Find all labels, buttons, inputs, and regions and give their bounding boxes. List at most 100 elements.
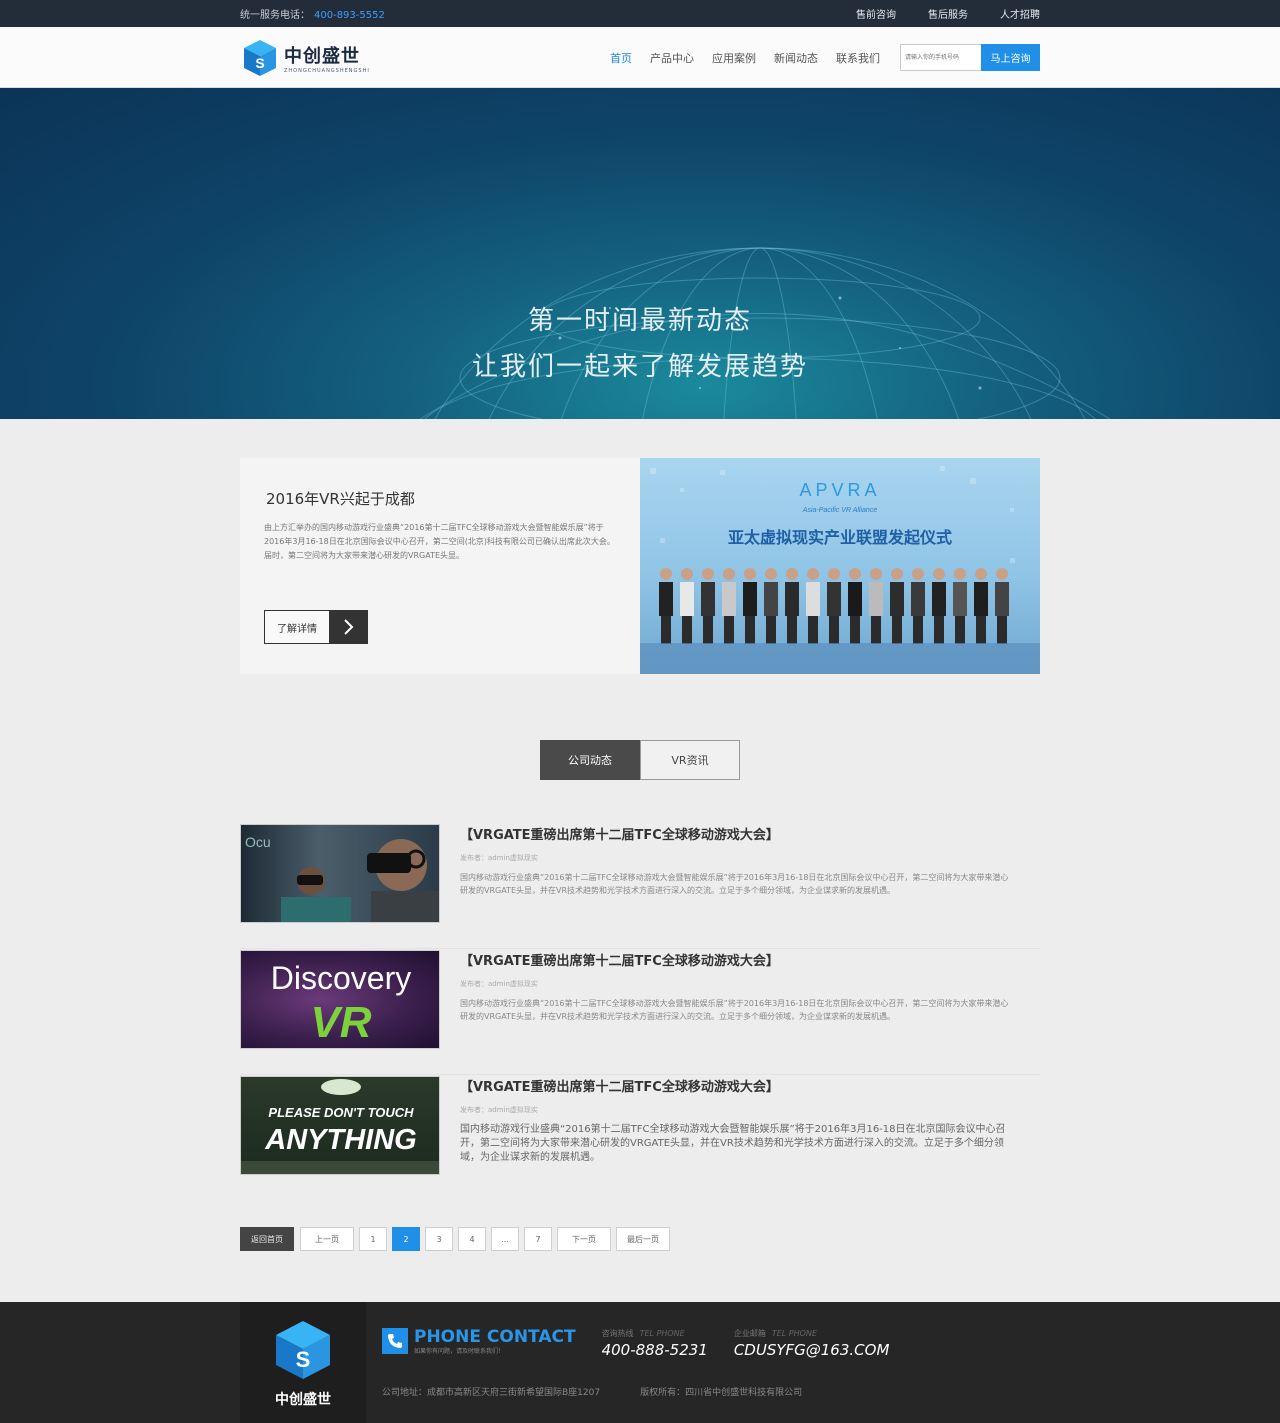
person-legs [976,616,986,644]
person-head [828,568,840,580]
next-page-button[interactable]: 下一页 [557,1227,611,1251]
hotline-en: TEL PHONE [639,1329,685,1338]
nav-news[interactable]: 新闻动态 [774,50,818,66]
news-item[interactable]: Discovery VR 【VRGATE重磅出席第十二届TFC全球移动游戏大会】… [240,950,1040,1075]
logo[interactable]: S 中创盛世 ZHONGCHUANGSHENGSHI [240,38,370,78]
thumb-line-2: ANYTHING [264,1124,416,1156]
discovery-vr-image: Discovery VR [271,960,411,1047]
aftersale-link[interactable]: 售后服务 [928,6,968,21]
news-thumb[interactable]: Discovery VR [240,950,440,1049]
nav-home[interactable]: 首页 [610,50,632,66]
phone-icon [382,1328,408,1354]
person-legs [682,616,692,644]
person-body [806,582,820,616]
person-body [932,582,946,616]
hero-line-2: 让我们一起来了解发展趋势 [471,352,808,382]
last-page-button[interactable]: 最后一页 [616,1227,670,1251]
email-block: 企业邮箱 TEL PHONE CDUSYFG@163.COM [734,1328,890,1359]
footer-logo: S 中创盛世 [240,1302,366,1423]
person-body [995,582,1009,616]
thumb-vr: VR [310,998,371,1047]
learn-more-button[interactable]: 了解详情 [264,610,368,644]
person-legs [955,616,965,644]
person-head [870,568,882,580]
person-legs [871,616,881,644]
chevron-right-icon [329,611,367,643]
hotline-label: 咨询热线 [601,1329,634,1338]
person-body [785,582,799,616]
person-head [702,568,714,580]
news-item[interactable]: Ocu 【VRGATE重磅出席第十二届TFC全球移动游戏大会】 发布者：admi… [240,824,1040,949]
nav-contact[interactable]: 联系我们 [836,50,880,66]
footer-info: PHONE CONTACT 如果你有问题，请及时联系我们！ 咨询热线 TEL PH… [366,1302,889,1423]
news-tabs: 公司动态 VR资讯 [240,740,1040,780]
person-body [911,582,925,616]
back-home-button[interactable]: 返回首页 [240,1227,294,1251]
person-head [681,568,693,580]
person-legs [850,616,860,644]
presale-link[interactable]: 售前咨询 [856,6,896,21]
page-4[interactable]: 4 [458,1227,486,1251]
tab-company-news[interactable]: 公司动态 [540,740,640,780]
footer: S 中创盛世 PHONE CONTACT 如果你有问题，请及时联系我们！ 咨询热… [0,1302,1280,1423]
brand-name: 中创盛世 [284,45,360,67]
news-author: 发布者：admin虚拟现实 [460,854,538,862]
person-body [827,582,841,616]
news-desc: 国内移动游戏行业盛典“2016第十二届TFC全球移动游戏大会暨智能娱乐展”将于2… [460,1124,1006,1163]
featured-title[interactable]: 2016年VR兴起于成都 [266,488,616,509]
svg-text:S: S [296,1347,311,1372]
news-thumb[interactable]: PLEASE DON'T TOUCH ANYTHING [240,1076,440,1175]
photo-title: 亚太虚拟现实产业联盟发起仪式 [728,528,952,547]
person-legs [724,616,734,644]
person-head [744,568,756,580]
copyright: 版权所有：四川省中创盛世科技有限公司 [640,1388,803,1398]
news-thumb[interactable]: Ocu [240,824,440,923]
news-title[interactable]: 【VRGATE重磅出席第十二届TFC全球移动游戏大会】 [460,1076,1015,1095]
tab-vr-news[interactable]: VR资讯 [640,740,740,780]
person-head [765,568,777,580]
person-head [660,568,672,580]
person-head [891,568,903,580]
page-3[interactable]: 3 [425,1227,453,1251]
phone-input[interactable] [900,44,981,71]
person-legs [661,616,671,644]
page-2[interactable]: 2 [392,1227,420,1251]
cube-logo-icon: S [276,1320,330,1379]
person-head [996,568,1008,580]
news-item[interactable]: PLEASE DON'T TOUCH ANYTHING 【VRGATE重磅出席第… [240,1076,1040,1201]
person-head [807,568,819,580]
event-photo-graphic: APVRA Asia-Pacific VR Alliance 亚太虚拟现实产业联… [640,466,1040,674]
svg-text:Ocu: Ocu [245,834,271,850]
featured-summary: 由上方汇举办的国内移动游戏行业盛典“2016第十二届TFC全球移动游戏大会暨智能… [264,523,615,560]
consult-button[interactable]: 马上咨询 [981,44,1040,71]
contact-sub: 如果你有问题，请及时联系我们！ [414,1348,505,1355]
person-legs [703,616,713,644]
prev-page-button[interactable]: 上一页 [300,1227,354,1251]
news-body: 【VRGATE重磅出席第十二届TFC全球移动游戏大会】 发布者：admin虚拟现… [440,1076,1015,1201]
person-legs [787,616,797,644]
person-body [974,582,988,616]
page-1[interactable]: 1 [359,1227,387,1251]
person-head [975,568,987,580]
pagination: 返回首页 上一页 1 2 3 4 ... 7 下一页 最后一页 [240,1227,1040,1251]
svg-text:S: S [255,55,264,71]
person-body [659,582,673,616]
person-legs [766,616,776,644]
page-7[interactable]: 7 [524,1227,552,1251]
top-bar: 统一服务电话： 400-893-5552 售前咨询 售后服务 人才招聘 [0,0,1280,27]
phone-contact: PHONE CONTACT 如果你有问题，请及时联系我们！ [382,1328,576,1355]
news-author: 发布者：admin虚拟现实 [460,980,538,988]
news-desc: 国内移动游戏行业盛典“2016第十二届TFC全球移动游戏大会暨智能娱乐展”将于2… [460,999,1009,1021]
person-legs [808,616,818,644]
footer-email[interactable]: CDUSYFG@163.COM [734,1341,890,1359]
person-legs [934,616,944,644]
nav-products[interactable]: 产品中心 [650,50,694,66]
news-title[interactable]: 【VRGATE重磅出席第十二届TFC全球移动游戏大会】 [460,824,1015,843]
careers-link[interactable]: 人才招聘 [1000,6,1040,21]
main-nav: 首页 产品中心 应用案例 新闻动态 联系我们 马上咨询 [610,44,1040,71]
featured-photo[interactable]: APVRA Asia-Pacific VR Alliance 亚太虚拟现实产业联… [640,458,1040,674]
person-head [786,568,798,580]
news-title[interactable]: 【VRGATE重磅出席第十二届TFC全球移动游戏大会】 [460,950,1015,969]
nav-cases[interactable]: 应用案例 [712,50,756,66]
person-legs [829,616,839,644]
